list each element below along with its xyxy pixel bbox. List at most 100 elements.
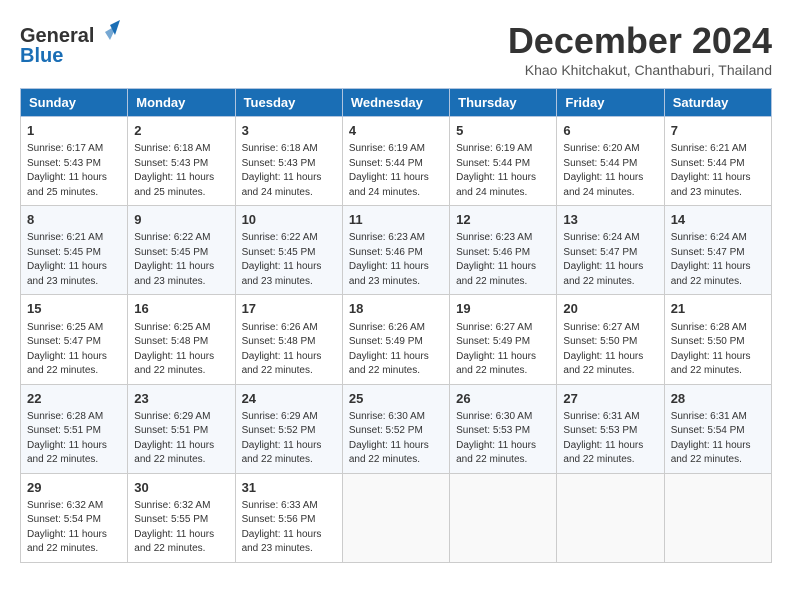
header-wednesday: Wednesday [342,89,449,117]
svg-text:General: General [20,25,94,47]
day-info: Sunrise: 6:23 AM Sunset: 5:46 PM Dayligh… [349,231,443,289]
calendar-week-row: 8 Sunrise: 6:21 AM Sunset: 5:45 PM Daylig… [21,206,772,295]
day-info: Sunrise: 6:25 AM Sunset: 5:47 PM Dayligh… [27,321,121,379]
calendar-cell: 3 Sunrise: 6:18 AM Sunset: 5:43 PM Daylig… [235,117,342,206]
location-title: Khao Khitchakut, Chanthaburi, Thailand [508,62,772,78]
day-number: 17 [242,300,336,318]
day-info: Sunrise: 6:26 AM Sunset: 5:49 PM Dayligh… [349,321,443,379]
calendar-cell [450,473,557,562]
day-number: 7 [671,122,765,140]
day-info: Sunrise: 6:21 AM Sunset: 5:44 PM Dayligh… [671,142,765,200]
day-number: 3 [242,122,336,140]
calendar-cell: 23 Sunrise: 6:29 AM Sunset: 5:51 PM Dayli… [128,384,235,473]
day-info: Sunrise: 6:25 AM Sunset: 5:48 PM Dayligh… [134,321,228,379]
day-info: Sunrise: 6:24 AM Sunset: 5:47 PM Dayligh… [671,231,765,289]
day-info: Sunrise: 6:29 AM Sunset: 5:52 PM Dayligh… [242,410,336,468]
day-info: Sunrise: 6:30 AM Sunset: 5:52 PM Dayligh… [349,410,443,468]
calendar-week-row: 15 Sunrise: 6:25 AM Sunset: 5:47 PM Dayli… [21,295,772,384]
calendar-cell: 29 Sunrise: 6:32 AM Sunset: 5:54 PM Dayli… [21,473,128,562]
calendar-cell: 5 Sunrise: 6:19 AM Sunset: 5:44 PM Daylig… [450,117,557,206]
calendar-header-row: Sunday Monday Tuesday Wednesday Thursday… [21,89,772,117]
day-info: Sunrise: 6:31 AM Sunset: 5:54 PM Dayligh… [671,410,765,468]
day-info: Sunrise: 6:19 AM Sunset: 5:44 PM Dayligh… [349,142,443,200]
logo: General Blue [20,20,100,70]
day-number: 29 [27,479,121,497]
day-info: Sunrise: 6:26 AM Sunset: 5:48 PM Dayligh… [242,321,336,379]
day-number: 25 [349,390,443,408]
calendar-cell: 31 Sunrise: 6:33 AM Sunset: 5:56 PM Dayli… [235,473,342,562]
day-number: 20 [563,300,657,318]
header-saturday: Saturday [664,89,771,117]
day-number: 6 [563,122,657,140]
day-info: Sunrise: 6:17 AM Sunset: 5:43 PM Dayligh… [27,142,121,200]
calendar-cell: 19 Sunrise: 6:27 AM Sunset: 5:49 PM Dayli… [450,295,557,384]
calendar-cell: 30Sunrise: 6:32 AM Sunset: 5:55 PM Dayli… [128,473,235,562]
day-info: Sunrise: 6:29 AM Sunset: 5:51 PM Dayligh… [134,410,228,468]
calendar-cell: 26 Sunrise: 6:30 AM Sunset: 5:53 PM Dayli… [450,384,557,473]
day-info: Sunrise: 6:22 AM Sunset: 5:45 PM Dayligh… [134,231,228,289]
day-info: Sunrise: 6:23 AM Sunset: 5:46 PM Dayligh… [456,231,550,289]
day-number: 19 [456,300,550,318]
day-number: 22 [27,390,121,408]
day-info: Sunrise: 6:27 AM Sunset: 5:50 PM Dayligh… [563,321,657,379]
calendar-cell: 14 Sunrise: 6:24 AM Sunset: 5:47 PM Dayli… [664,206,771,295]
logo: General Blue [20,20,100,70]
day-number: 4 [349,122,443,140]
day-number: 30 [134,479,228,497]
day-info: Sunrise: 6:28 AM Sunset: 5:50 PM Dayligh… [671,321,765,379]
calendar-cell: 25 Sunrise: 6:30 AM Sunset: 5:52 PM Dayli… [342,384,449,473]
calendar-cell: 4 Sunrise: 6:19 AM Sunset: 5:44 PM Daylig… [342,117,449,206]
day-info: Sunrise: 6:20 AM Sunset: 5:44 PM Dayligh… [563,142,657,200]
day-info: Sunrise: 6:19 AM Sunset: 5:44 PM Dayligh… [456,142,550,200]
day-number: 21 [671,300,765,318]
day-info: Sunrise: 6:30 AM Sunset: 5:53 PM Dayligh… [456,410,550,468]
day-info: Sunrise: 6:28 AM Sunset: 5:51 PM Dayligh… [27,410,121,468]
month-title: December 2024 [508,20,772,62]
header-sunday: Sunday [21,89,128,117]
day-number: 10 [242,211,336,229]
day-number: 13 [563,211,657,229]
calendar-week-row: 22 Sunrise: 6:28 AM Sunset: 5:51 PM Dayli… [21,384,772,473]
calendar-cell: 13Sunrise: 6:24 AM Sunset: 5:47 PM Dayli… [557,206,664,295]
calendar-cell: 9 Sunrise: 6:22 AM Sunset: 5:45 PM Daylig… [128,206,235,295]
title-block: December 2024 Khao Khitchakut, Chanthabu… [508,20,772,78]
day-info: Sunrise: 6:33 AM Sunset: 5:56 PM Dayligh… [242,499,336,557]
header-friday: Friday [557,89,664,117]
header-tuesday: Tuesday [235,89,342,117]
calendar-cell: 11Sunrise: 6:23 AM Sunset: 5:46 PM Dayli… [342,206,449,295]
header-monday: Monday [128,89,235,117]
day-info: Sunrise: 6:27 AM Sunset: 5:49 PM Dayligh… [456,321,550,379]
day-number: 14 [671,211,765,229]
calendar-cell [342,473,449,562]
calendar-cell: 27Sunrise: 6:31 AM Sunset: 5:53 PM Dayli… [557,384,664,473]
day-number: 12 [456,211,550,229]
calendar-week-row: 29 Sunrise: 6:32 AM Sunset: 5:54 PM Dayli… [21,473,772,562]
day-info: Sunrise: 6:22 AM Sunset: 5:45 PM Dayligh… [242,231,336,289]
day-info: Sunrise: 6:32 AM Sunset: 5:54 PM Dayligh… [27,499,121,557]
day-number: 9 [134,211,228,229]
day-info: Sunrise: 6:18 AM Sunset: 5:43 PM Dayligh… [242,142,336,200]
day-number: 15 [27,300,121,318]
calendar-cell [664,473,771,562]
calendar-cell: 10 Sunrise: 6:22 AM Sunset: 5:45 PM Dayli… [235,206,342,295]
calendar-cell: 1Sunrise: 6:17 AM Sunset: 5:43 PM Daylig… [21,117,128,206]
day-info: Sunrise: 6:21 AM Sunset: 5:45 PM Dayligh… [27,231,121,289]
header-thursday: Thursday [450,89,557,117]
calendar-week-row: 1Sunrise: 6:17 AM Sunset: 5:43 PM Daylig… [21,117,772,206]
calendar-cell: 2Sunrise: 6:18 AM Sunset: 5:43 PM Daylig… [128,117,235,206]
svg-text:Blue: Blue [20,45,63,67]
calendar-cell: 15 Sunrise: 6:25 AM Sunset: 5:47 PM Dayli… [21,295,128,384]
calendar-cell: 22 Sunrise: 6:28 AM Sunset: 5:51 PM Dayli… [21,384,128,473]
day-number: 23 [134,390,228,408]
calendar-cell: 21 Sunrise: 6:28 AM Sunset: 5:50 PM Dayli… [664,295,771,384]
day-number: 8 [27,211,121,229]
day-number: 26 [456,390,550,408]
day-number: 31 [242,479,336,497]
day-number: 5 [456,122,550,140]
day-number: 16 [134,300,228,318]
calendar-cell: 6 Sunrise: 6:20 AM Sunset: 5:44 PM Daylig… [557,117,664,206]
day-number: 18 [349,300,443,318]
calendar-cell: 16 Sunrise: 6:25 AM Sunset: 5:48 PM Dayli… [128,295,235,384]
day-number: 28 [671,390,765,408]
day-number: 2 [134,122,228,140]
